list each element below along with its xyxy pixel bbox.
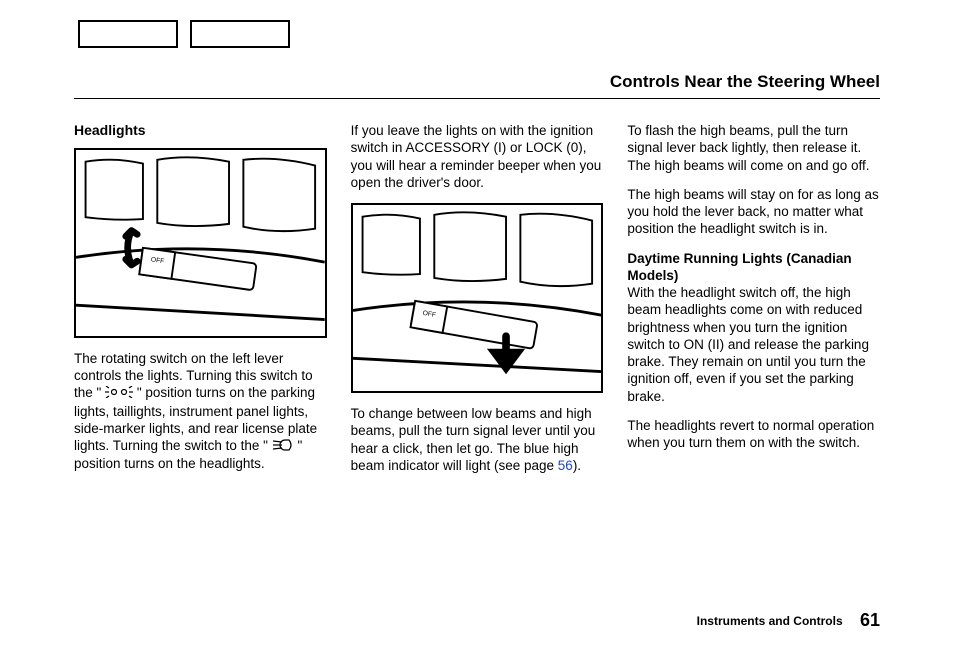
top-placeholder-boxes [78, 20, 290, 48]
page-link-56[interactable]: 56 [558, 458, 573, 473]
footer-page-number: 61 [860, 610, 880, 630]
flash-high-beams-paragraph: To flash the high beams, pull the turn s… [627, 122, 880, 174]
headlights-heading: Headlights [74, 122, 327, 140]
footer-section-name: Instruments and Controls [697, 614, 843, 628]
drl-subheading: Daytime Running Lights (Canadian Models) [627, 251, 851, 283]
drl-paragraph-block: Daytime Running Lights (Canadian Models)… [627, 250, 880, 405]
reminder-beeper-paragraph: If you leave the lights on with the igni… [351, 122, 604, 191]
headlight-switch-rotate-figure: OFF [74, 148, 327, 338]
drl-body: With the headlight switch off, the high … [627, 285, 869, 404]
page-title: Controls Near the Steering Wheel [610, 72, 880, 92]
column-1: Headlights OFF The rotating switch on th… [74, 122, 327, 486]
high-beam-pull-figure: OFF [351, 203, 604, 393]
headlights-icon [272, 438, 294, 455]
high-low-beam-paragraph: To change between low beams and high bea… [351, 405, 604, 474]
title-rule [74, 98, 880, 99]
headlights-revert-paragraph: The headlights revert to normal operatio… [627, 417, 880, 452]
column-2: If you leave the lights on with the igni… [351, 122, 604, 486]
text-fragment: ). [573, 458, 581, 473]
parking-lights-icon [105, 385, 133, 402]
placeholder-box [78, 20, 178, 48]
column-3: To flash the high beams, pull the turn s… [627, 122, 880, 486]
content-columns: Headlights OFF The rotating switch on th… [74, 122, 880, 486]
page-footer: Instruments and Controls 61 [697, 610, 880, 631]
headlights-paragraph: The rotating switch on the left lever co… [74, 350, 327, 472]
high-beams-hold-paragraph: The high beams will stay on for as long … [627, 186, 880, 238]
placeholder-box [190, 20, 290, 48]
